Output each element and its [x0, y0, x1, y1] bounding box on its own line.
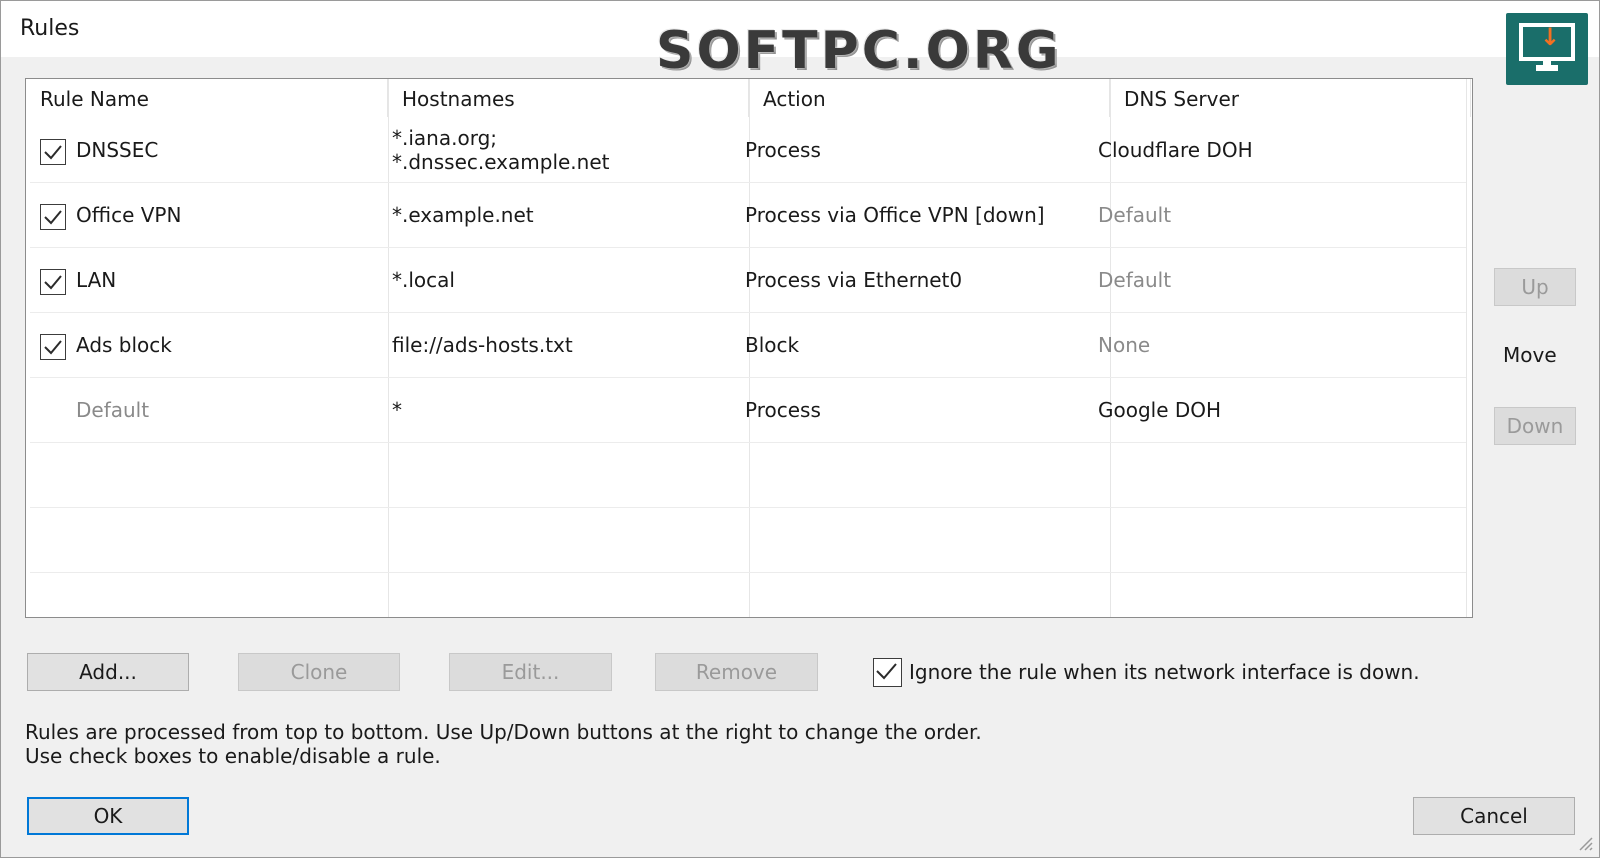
column-header-dns-server[interactable]: DNS Server	[1110, 79, 1471, 117]
rules-table: Rule Name Hostnames Action DNS Server DN…	[25, 78, 1473, 618]
table-row[interactable]: Default * Process Google DOH	[30, 378, 1466, 443]
rule-name-cell: Office VPN	[76, 203, 182, 227]
dns-server-cell: Cloudflare DOH	[1098, 138, 1253, 162]
rule-enabled-checkbox[interactable]	[40, 139, 66, 165]
table-row	[30, 443, 1466, 508]
column-header-rule-name[interactable]: Rule Name	[26, 79, 388, 117]
add-button[interactable]: Add...	[27, 653, 189, 691]
title-bar: Rules SOFTPC.ORG	[1, 1, 1599, 81]
rule-name-cell: DNSSEC	[76, 138, 159, 162]
hostnames-cell: file://ads-hosts.txt	[392, 313, 573, 377]
column-header-hostnames[interactable]: Hostnames	[388, 79, 749, 117]
action-cell: Block	[745, 333, 800, 357]
table-row[interactable]: LAN *.local Process via Ethernet0 Default	[30, 248, 1466, 313]
hostname-line: *.iana.org;	[392, 126, 497, 150]
rule-name-cell: LAN	[76, 268, 117, 292]
resize-grip-icon[interactable]	[1575, 833, 1593, 851]
checkmark-icon	[44, 145, 62, 160]
hostname-line: *	[392, 398, 402, 422]
column-header-action[interactable]: Action	[749, 79, 1110, 117]
remove-button[interactable]: Remove	[655, 653, 818, 691]
dns-server-cell: Google DOH	[1098, 398, 1222, 422]
table-row	[30, 508, 1466, 573]
checkmark-icon	[876, 663, 897, 680]
dns-server-cell: None	[1098, 333, 1151, 357]
action-cell: Process via Ethernet0	[745, 268, 963, 292]
action-cell: Process	[745, 138, 821, 162]
rule-enabled-checkbox[interactable]	[40, 334, 66, 360]
action-cell: Process	[745, 398, 821, 422]
hostnames-cell: *.iana.org; *.dnssec.example.net	[392, 118, 610, 182]
move-label: Move	[1503, 343, 1557, 367]
checkmark-icon	[44, 340, 62, 355]
hostnames-cell: *.example.net	[392, 183, 534, 247]
table-row[interactable]: Office VPN *.example.net Process via Offic…	[30, 183, 1466, 248]
download-monitor-logo-icon: ↓	[1506, 13, 1588, 85]
rule-enabled-checkbox[interactable]	[40, 204, 66, 230]
hostname-line: *.example.net	[392, 203, 534, 227]
dns-server-cell: Default	[1098, 203, 1172, 227]
checkmark-icon	[44, 210, 62, 225]
rule-name-cell: Ads block	[76, 333, 172, 357]
rule-enabled-checkbox[interactable]	[40, 269, 66, 295]
dns-server-cell: Default	[1098, 268, 1172, 292]
rule-name-cell: Default	[76, 398, 150, 422]
hostname-line: *.local	[392, 268, 455, 292]
hostnames-cell: *.local	[392, 248, 455, 312]
ok-button[interactable]: OK	[27, 797, 189, 835]
hostname-line: file://ads-hosts.txt	[392, 333, 573, 357]
table-row[interactable]: Ads block file://ads-hosts.txt Block None	[30, 313, 1466, 378]
action-cell: Process via Office VPN [down]	[745, 203, 1045, 227]
cancel-button[interactable]: Cancel	[1413, 797, 1575, 835]
watermark-text: SOFTPC.ORG	[656, 21, 1062, 81]
up-button[interactable]: Up	[1494, 268, 1576, 306]
ignore-down-interface-checkbox[interactable]	[873, 658, 902, 687]
table-row[interactable]: DNSSEC *.iana.org; *.dnssec.example.net Pro…	[30, 118, 1466, 183]
down-button[interactable]: Down	[1494, 407, 1576, 445]
ignore-down-interface-label[interactable]: Ignore the rule when its network interfa…	[909, 660, 1420, 684]
help-text-line-2: Use check boxes to enable/disable a rule…	[25, 744, 441, 768]
help-text: Rules are processed from top to bottom. …	[25, 720, 982, 768]
rules-dialog: Rules SOFTPC.ORG ↓ Rule Name Hostnames A…	[0, 0, 1600, 858]
clone-button[interactable]: Clone	[238, 653, 400, 691]
checkmark-icon	[44, 275, 62, 290]
hostnames-cell: *	[392, 378, 402, 442]
help-text-line-1: Rules are processed from top to bottom. …	[25, 720, 982, 744]
table-row	[30, 573, 1466, 617]
window-title: Rules	[20, 16, 80, 41]
hostname-line: *.dnssec.example.net	[392, 150, 610, 174]
edit-button[interactable]: Edit...	[449, 653, 612, 691]
